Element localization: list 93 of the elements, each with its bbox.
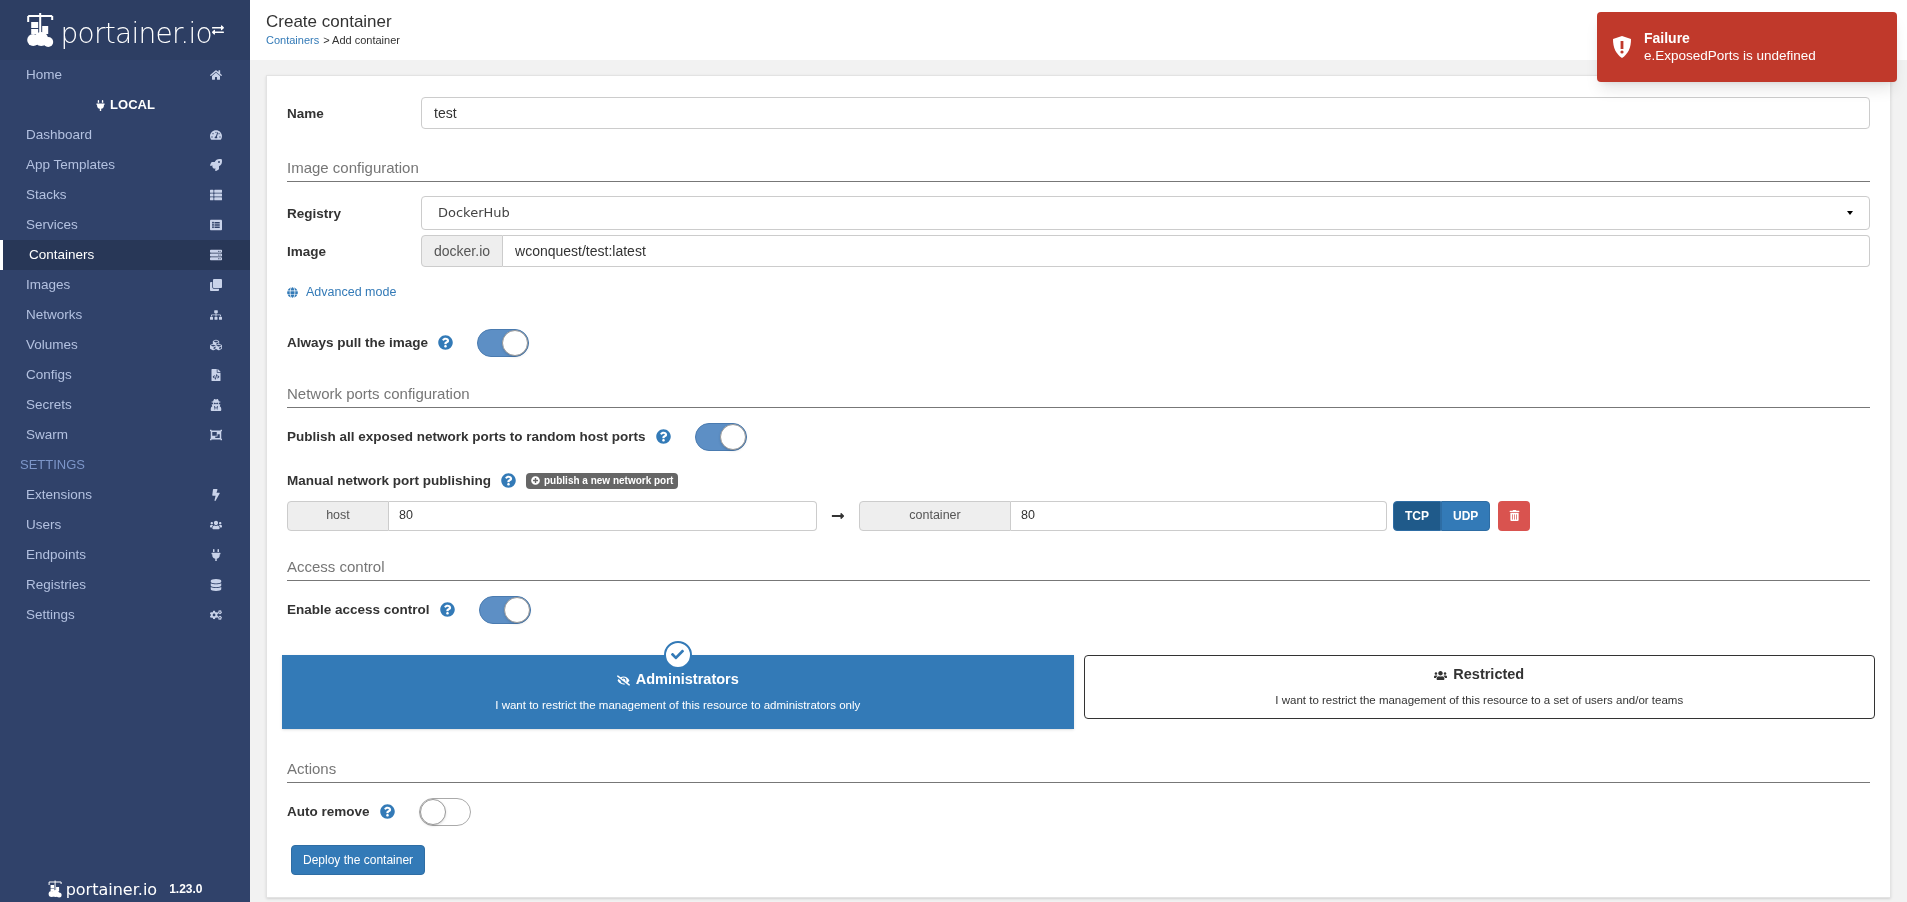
host-port-field[interactable]: 80: [389, 500, 817, 531]
rocket-icon: [210, 159, 222, 171]
field-label: Publish all exposed network ports to random host ports: [287, 427, 646, 446]
toggle-switch[interactable]: [478, 595, 531, 624]
plug-icon: [210, 549, 222, 561]
sidebar-item[interactable]: Dashboard: [0, 120, 250, 150]
help-icon[interactable]: [379, 804, 395, 820]
list-icon: [210, 189, 222, 201]
section-heading: Access control: [287, 557, 385, 575]
section-heading: Actions: [287, 759, 337, 777]
option-description: I want to restrict the management of this resource to administrators only: [495, 698, 861, 713]
sidebar-item[interactable]: Secrets: [0, 390, 250, 420]
database-icon: [210, 579, 222, 591]
version-text: 1.23.0: [169, 881, 203, 898]
protocol-button[interactable]: UDP: [1441, 500, 1491, 531]
frame-icon: [210, 429, 222, 441]
cubes-icon: [210, 339, 222, 351]
sidebar-item[interactable]: Extensions: [0, 480, 250, 510]
access-option-card[interactable]: Administrators I want to restrict the management of this resource to administrators only: [282, 654, 1074, 729]
sidebar-item[interactable]: Networks: [0, 300, 250, 330]
sidebar-item[interactable]: Settings: [0, 600, 250, 630]
help-icon[interactable]: [438, 335, 454, 351]
sidebar-item[interactable]: Images: [0, 270, 250, 300]
container-addon: container: [859, 500, 1011, 531]
field-label: Manual network port publishing: [287, 471, 491, 490]
name-field[interactable]: test: [421, 97, 1870, 129]
home-icon: [210, 69, 222, 81]
sidebar-item[interactable]: Registries: [0, 570, 250, 600]
list-icon: [210, 219, 222, 231]
user-secret-icon: [210, 399, 222, 411]
trash-icon: [1508, 510, 1520, 522]
sidebar-item[interactable]: App Templates: [0, 150, 250, 180]
sidebar-item[interactable]: Home: [0, 60, 250, 90]
container-port-field[interactable]: 80: [1011, 500, 1387, 531]
sitemap-icon: [210, 309, 222, 321]
eye-slash-icon: [616, 673, 630, 687]
endpoint-label: LOCAL: [110, 96, 155, 115]
sidebar-item[interactable]: Users: [0, 510, 250, 540]
breadcrumb-link[interactable]: Containers: [266, 32, 320, 48]
option-description: I want to restrict the management of this resource to a set of users and/or teams: [1275, 693, 1684, 708]
deploy-button[interactable]: Deploy the container: [291, 844, 426, 875]
access-option-card[interactable]: Restricted I want to restrict the management of this resource to a set of users and/or teams: [1083, 654, 1875, 719]
field-label: Always pull the image: [287, 333, 429, 352]
bolt-icon: [210, 489, 222, 501]
registry-select[interactable]: DockerHub: [421, 196, 1870, 230]
image-field[interactable]: wconquest/test:latest: [503, 235, 1870, 267]
help-icon[interactable]: [439, 602, 455, 618]
section-heading: Image configuration: [287, 159, 419, 176]
field-label: Enable access control: [287, 600, 430, 619]
sidebar-item[interactable]: Volumes: [0, 330, 250, 360]
delete-button[interactable]: [1498, 500, 1531, 531]
section-heading: Network ports configuration: [287, 384, 470, 402]
section-heading: SETTINGS: [20, 456, 85, 475]
host-addon: host: [287, 500, 389, 531]
server-icon: [210, 249, 222, 261]
logo-text: portainer.io: [60, 20, 213, 48]
plus-icon: [531, 476, 540, 486]
sidebar-item[interactable]: Configs: [0, 360, 250, 390]
sidebar-item[interactable]: Endpoints: [0, 540, 250, 570]
field-label: Name: [287, 106, 324, 121]
add-port-button[interactable]: publish a new network port: [526, 472, 679, 489]
gauge-icon: [210, 129, 222, 141]
advanced-mode-link[interactable]: Advanced mode: [287, 283, 397, 302]
help-icon[interactable]: [501, 473, 516, 489]
globe-icon: [287, 286, 298, 298]
registry-prefix: docker.io: [421, 235, 504, 267]
sidebar-item[interactable]: Swarm: [0, 420, 250, 450]
sidebar-item[interactable]: Stacks: [0, 180, 250, 210]
toast-title: Failure: [1644, 29, 1690, 47]
footer-logo-text: portainer.io: [65, 882, 158, 898]
copy-icon: [210, 279, 222, 291]
plug-icon: [95, 99, 107, 111]
breadcrumb-text: > Add container: [323, 33, 400, 48]
field-label: Image: [287, 244, 327, 259]
logo-icon: [47, 880, 64, 898]
page-title: Create container: [266, 12, 393, 32]
help-icon[interactable]: [655, 429, 671, 445]
file-icon: [210, 369, 222, 381]
shield-alert-icon: [1612, 35, 1632, 59]
users-icon: [1434, 668, 1448, 682]
protocol-button[interactable]: TCP: [1393, 500, 1441, 531]
sidebar-item[interactable]: Services: [0, 210, 250, 240]
users-icon: [210, 519, 222, 531]
option-title: Administrators: [635, 670, 739, 690]
toggle-switch[interactable]: [694, 422, 747, 451]
toast-message: e.ExposedPorts is undefined: [1644, 47, 1816, 65]
toggle-switch[interactable]: [477, 328, 530, 357]
field-label: Registry: [287, 206, 342, 221]
sidebar-item[interactable]: Containers: [0, 240, 250, 270]
field-label: Auto remove: [287, 802, 370, 821]
gears-icon: [210, 609, 222, 621]
option-title: Restricted: [1453, 665, 1525, 685]
toggle-switch[interactable]: [418, 797, 471, 826]
